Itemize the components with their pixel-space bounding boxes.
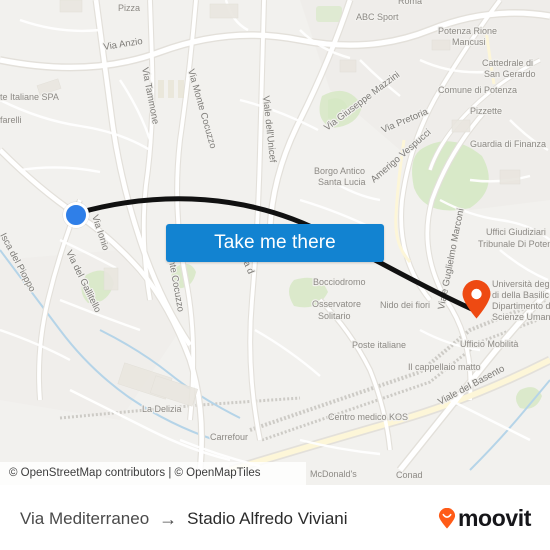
moovit-logo[interactable]: moovit (438, 486, 531, 550)
svg-text:Guardia di Finanza: Guardia di Finanza (470, 139, 546, 149)
svg-text:Solitario: Solitario (318, 311, 351, 321)
map-canvas[interactable]: Pizza ABC Sport Roma Potenza Rione Mancu… (0, 0, 550, 485)
origin-marker-dot[interactable] (63, 202, 89, 228)
svg-text:Mancusi: Mancusi (452, 37, 486, 47)
svg-text:Pizzette: Pizzette (470, 106, 502, 116)
map-attribution[interactable]: © OpenStreetMap contributors | © OpenMap… (0, 462, 306, 485)
svg-text:Tribunale Di Potenza: Tribunale Di Potenza (478, 239, 550, 249)
route-summary: Via Mediterraneo → Stadio Alfredo Vivian… (20, 486, 348, 550)
svg-text:farelli: farelli (0, 115, 22, 125)
svg-text:Santa Lucia: Santa Lucia (318, 177, 366, 187)
svg-text:Osservatore: Osservatore (312, 299, 361, 309)
svg-text:Carrefour: Carrefour (210, 432, 248, 442)
moovit-route-screen: Pizza ABC Sport Roma Potenza Rione Mancu… (0, 0, 550, 550)
svg-text:San Gerardo: San Gerardo (484, 69, 536, 79)
route-origin-label: Via Mediterraneo (20, 508, 150, 528)
route-destination-label: Stadio Alfredo Viviani (187, 508, 348, 528)
svg-text:Università degli: Università degli (492, 279, 550, 289)
svg-text:Bocciodromo: Bocciodromo (313, 277, 366, 287)
svg-text:Pizza: Pizza (118, 3, 140, 13)
svg-text:Nido dei fiori: Nido dei fiori (380, 300, 430, 310)
svg-text:Scienze Umane: Scienze Umane (492, 312, 550, 322)
svg-text:di della Basilic: di della Basilic (492, 290, 550, 300)
svg-text:Uffici Giudiziari: Uffici Giudiziari (486, 227, 546, 237)
svg-text:Dipartimento d: Dipartimento d (492, 301, 550, 311)
svg-text:Conad: Conad (396, 470, 423, 480)
svg-text:Il cappellaio matto: Il cappellaio matto (408, 362, 481, 372)
take-me-there-button[interactable]: Take me there (166, 224, 384, 262)
svg-text:Comune di Potenza: Comune di Potenza (438, 85, 517, 95)
svg-text:La Delizia: La Delizia (142, 404, 182, 414)
svg-text:Cattedrale di: Cattedrale di (482, 58, 533, 68)
svg-text:Poste italiane: Poste italiane (352, 340, 406, 350)
arrow-right-icon: → (159, 508, 178, 529)
svg-text:McDonald's: McDonald's (310, 469, 357, 479)
svg-text:Centro medico KOS: Centro medico KOS (328, 412, 408, 422)
svg-text:Potenza Rione: Potenza Rione (438, 26, 497, 36)
svg-text:Borgo Antico: Borgo Antico (314, 166, 365, 176)
svg-text:Ufficio Mobilità: Ufficio Mobilità (460, 339, 518, 349)
moovit-wordmark: moovit (458, 505, 531, 531)
svg-text:ABC Sport: ABC Sport (356, 12, 399, 22)
footer-bar: Via Mediterraneo → Stadio Alfredo Vivian… (0, 485, 550, 550)
destination-marker-pin[interactable] (461, 279, 492, 319)
moovit-pin-icon (438, 508, 456, 529)
svg-text:te Italiane SPA: te Italiane SPA (0, 92, 59, 102)
svg-text:Roma: Roma (398, 0, 422, 6)
